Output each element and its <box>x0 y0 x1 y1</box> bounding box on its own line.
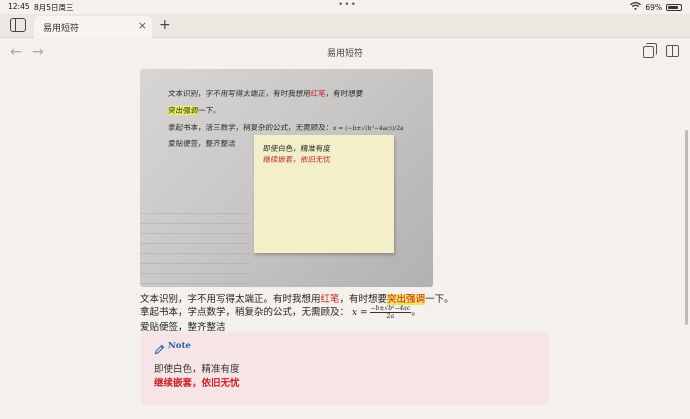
sticky-line-1: 即使白色，精准有度 <box>262 144 331 153</box>
copy-icon[interactable] <box>643 43 657 58</box>
pencil-icon <box>154 340 165 355</box>
photo-line-1: 文本识别，字不用写得太端正，有时我想用红笔，有时想要 <box>167 89 364 98</box>
photo-line-3: 拿起书本，活三数学，稍复杂的公式，无需顾及：x = (−b±√(b²−4ac))… <box>167 123 405 132</box>
note-title: Note <box>168 340 191 351</box>
paper-lines <box>140 204 250 287</box>
battery-percent: 69% <box>645 2 662 12</box>
recognized-line-3: 爱贴便签，整齐整洁 <box>140 322 226 333</box>
toolbar: ← → 易用短符 <box>0 40 690 66</box>
photo-line-2: 突出强调一下。 <box>167 106 221 115</box>
multitask-dots-icon[interactable]: ••• <box>338 0 357 10</box>
status-time: 12:45 <box>8 2 30 11</box>
new-tab-icon[interactable]: + <box>159 17 171 33</box>
note-callout: Note 即使白色，精准有度 继续嵌套，依旧无忧 <box>141 332 549 405</box>
formula: x = −b±√b²−4ac 2a <box>352 305 412 320</box>
tab-current[interactable]: 易用短符 × <box>34 16 152 38</box>
battery-fill <box>668 5 678 9</box>
recognized-line-1: 文本识别，字不用写得太端正。有时我想用红笔，有时想要突出强调一下。 <box>140 294 454 305</box>
handwriting-photo: 文本识别，字不用写得太端正，有时我想用红笔，有时想要 突出强调一下。 拿起书本，… <box>140 69 433 287</box>
book-icon[interactable] <box>666 45 680 57</box>
photo-line-4: 爱贴便签，整齐整洁 <box>167 139 236 148</box>
sidebar-toggle-icon[interactable] <box>10 18 26 32</box>
wifi-icon <box>630 2 642 12</box>
status-date: 8月5日周三 <box>34 3 74 12</box>
recognized-line-2: 拿起书本，学点数学，稍复杂的公式，无需顾及： x = −b±√b²−4ac 2a。 <box>140 305 421 320</box>
sticky-note: 即使白色，精准有度 继续嵌套，依旧无忧 <box>254 135 394 253</box>
tab-bar: 易用短符 × + <box>0 14 690 38</box>
status-bar: 12:45 8月5日周三 ••• 69% <box>0 0 690 12</box>
note-line-1: 即使白色，精准有度 <box>154 364 240 375</box>
battery-icon <box>666 3 682 11</box>
note-header: Note <box>154 340 191 355</box>
tab-label: 易用短符 <box>43 24 80 34</box>
note-line-2: 继续嵌套，依旧无忧 <box>154 378 240 389</box>
sticky-line-2: 继续嵌套，依旧无忧 <box>262 155 331 164</box>
page-title: 易用短符 <box>326 49 363 59</box>
close-tab-icon[interactable]: × <box>138 19 147 32</box>
scrollbar[interactable] <box>685 130 688 325</box>
